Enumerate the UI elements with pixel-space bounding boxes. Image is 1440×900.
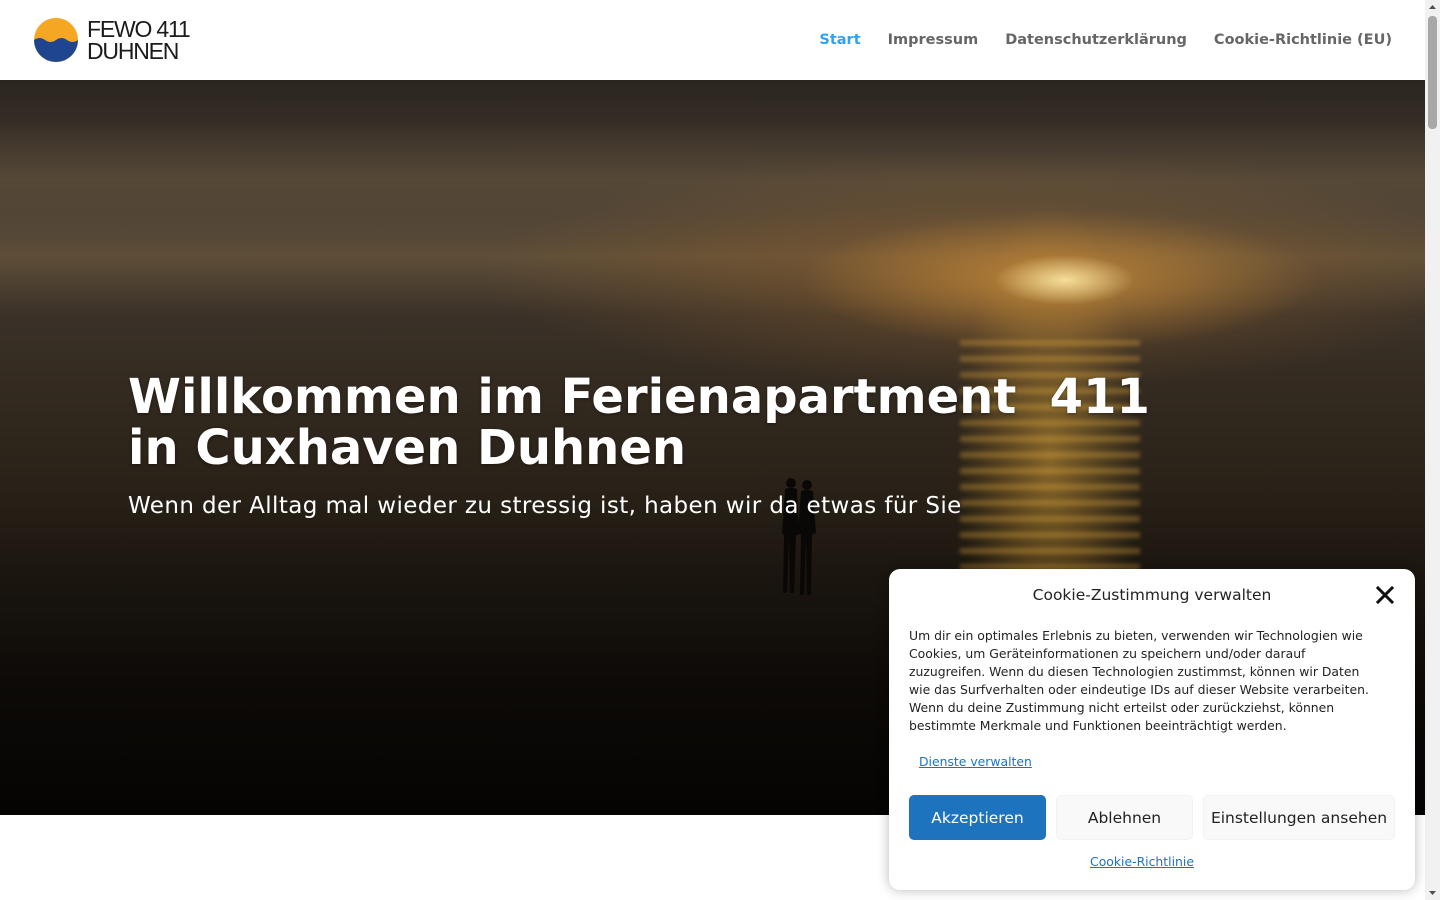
manage-services-link[interactable]: Dienste verwalten [919, 753, 1032, 771]
nav-item-impressum[interactable]: Impressum [888, 29, 979, 51]
nav-item-cookie-richtlinie[interactable]: Cookie-Richtlinie (EU) [1214, 29, 1392, 51]
cookie-consent-dialog: Cookie-Zustimmung verwalten Um dir ein o… [889, 569, 1415, 890]
scrollbar-thumb[interactable] [1428, 16, 1437, 129]
cookie-dialog-body: Um dir ein optimales Erlebnis zu bieten,… [909, 628, 1369, 733]
scroll-up-arrow-icon[interactable] [1425, 0, 1440, 15]
cookie-dialog-title: Cookie-Zustimmung verwalten [1032, 586, 1272, 604]
nav-item-datenschutz[interactable]: Datenschutzerklärung [1005, 29, 1187, 51]
page-scrollbar[interactable] [1425, 0, 1440, 900]
hero-clouds [0, 120, 1425, 240]
hero-title: Willkommen im Ferienapartment 411 in Cux… [128, 369, 1150, 476]
logo-line-1: FEWO 411 [87, 16, 191, 42]
hero-subtitle: Wenn der Alltag mal wieder zu stressig i… [128, 493, 962, 519]
site-header: FEWO 411 DUHNEN Start Impressum Datensch… [0, 0, 1425, 80]
logo-sun-sea-icon [34, 18, 78, 62]
scroll-down-arrow-icon[interactable] [1425, 885, 1440, 900]
deny-button[interactable]: Ablehnen [1056, 795, 1193, 840]
main-nav: Start Impressum Datenschutzerklärung Coo… [819, 29, 1392, 51]
nav-item-start[interactable]: Start [819, 29, 860, 51]
logo-line-2: DUHNEN [87, 38, 179, 64]
close-icon[interactable] [1375, 585, 1395, 605]
site-logo[interactable]: FEWO 411 DUHNEN [34, 16, 194, 64]
logo-text: FEWO 411 DUHNEN [87, 16, 191, 64]
accept-button[interactable]: Akzeptieren [909, 795, 1046, 840]
cookie-policy-link[interactable]: Cookie-Richtlinie [889, 853, 1395, 871]
view-settings-button[interactable]: Einstellungen ansehen [1203, 795, 1395, 840]
